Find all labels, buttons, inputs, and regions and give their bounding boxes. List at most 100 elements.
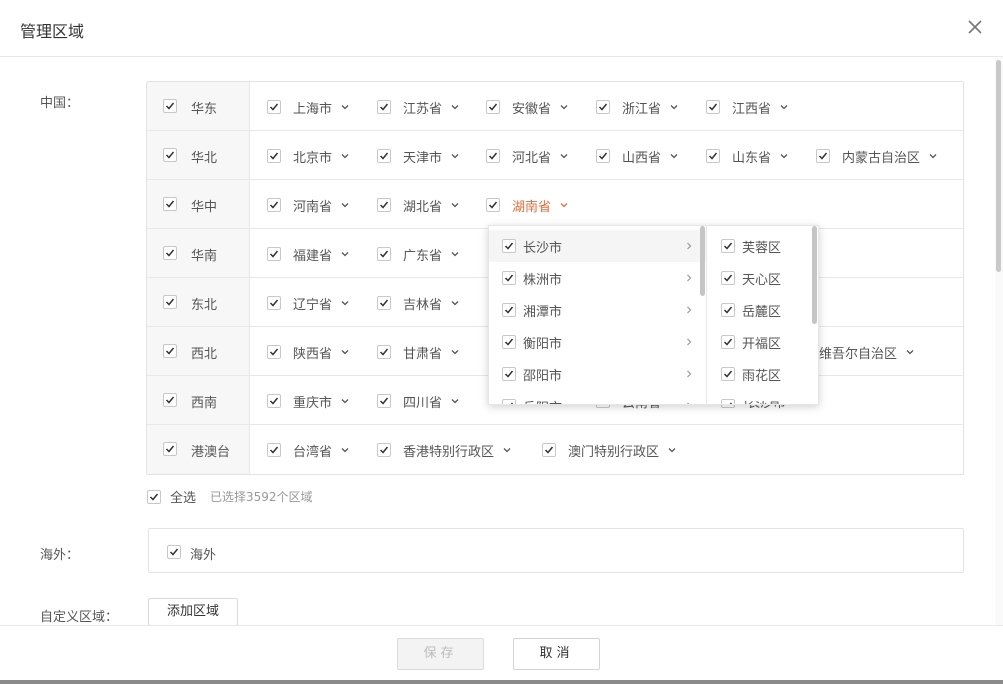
district-column-scrollbar[interactable] xyxy=(812,226,817,324)
district-item[interactable]: 天心区 xyxy=(708,262,818,294)
province-checkbox[interactable] xyxy=(377,394,391,408)
chevron-down-icon[interactable] xyxy=(450,151,460,161)
province-checkbox[interactable] xyxy=(486,149,500,163)
select-all[interactable]: 全选 已选择3592个区域 xyxy=(147,487,313,506)
province-item[interactable]: 江西省 xyxy=(706,98,789,117)
select-all-checkbox[interactable] xyxy=(147,489,161,504)
province-checkbox[interactable] xyxy=(267,443,281,457)
district-checkbox[interactable] xyxy=(721,239,735,253)
province-checkbox[interactable] xyxy=(377,247,391,261)
chevron-down-icon[interactable] xyxy=(450,396,460,406)
chevron-down-icon[interactable] xyxy=(779,102,789,112)
province-item-active[interactable]: 湖南省 xyxy=(486,196,569,215)
district-item[interactable]: 开福区 xyxy=(708,326,818,358)
overseas-checkbox[interactable] xyxy=(167,545,181,559)
province-checkbox[interactable] xyxy=(706,149,720,163)
district-checkbox[interactable] xyxy=(721,335,735,349)
province-item[interactable]: 上海市 xyxy=(267,98,350,117)
close-icon[interactable] xyxy=(965,17,985,37)
chevron-down-icon[interactable] xyxy=(450,102,460,112)
region-checkbox[interactable] xyxy=(163,295,177,309)
province-item[interactable]: 内蒙古自治区 xyxy=(816,147,938,166)
province-item[interactable]: 山西省 xyxy=(596,147,679,166)
province-item[interactable]: 河北省 xyxy=(486,147,569,166)
city-item[interactable]: 衡阳市 xyxy=(489,326,706,358)
chevron-down-icon[interactable] xyxy=(559,151,569,161)
city-checkbox[interactable] xyxy=(502,367,516,381)
province-item[interactable]: 江苏省 xyxy=(377,98,460,117)
region-checkbox[interactable] xyxy=(163,344,177,358)
province-checkbox[interactable] xyxy=(267,198,281,212)
district-checkbox[interactable] xyxy=(721,271,735,285)
province-checkbox[interactable] xyxy=(486,100,500,114)
city-item[interactable]: 湘潭市 xyxy=(489,294,706,326)
region-checkbox[interactable] xyxy=(163,442,177,456)
province-checkbox[interactable] xyxy=(486,198,500,212)
district-checkbox[interactable] xyxy=(721,303,735,317)
region-checkbox[interactable] xyxy=(163,148,177,162)
province-checkbox[interactable] xyxy=(377,443,391,457)
chevron-down-icon[interactable] xyxy=(340,445,350,455)
province-checkbox[interactable] xyxy=(267,394,281,408)
district-item[interactable]: 雨花区 xyxy=(708,358,818,390)
province-item[interactable]: 福建省 xyxy=(267,245,350,264)
chevron-down-icon[interactable] xyxy=(340,249,350,259)
province-item[interactable]: 河南省 xyxy=(267,196,350,215)
city-item[interactable]: 岳阳市 xyxy=(489,390,706,404)
chevron-down-icon[interactable] xyxy=(340,396,350,406)
chevron-down-icon[interactable] xyxy=(905,347,915,357)
province-item[interactable]: 广东省 xyxy=(377,245,460,264)
province-checkbox[interactable] xyxy=(267,149,281,163)
city-item[interactable]: 邵阳市 xyxy=(489,358,706,390)
region-checkbox[interactable] xyxy=(163,99,177,113)
province-item[interactable]: 山东省 xyxy=(706,147,789,166)
province-item[interactable]: 澳门特别行政区 xyxy=(542,441,677,460)
province-checkbox[interactable] xyxy=(267,100,281,114)
province-item[interactable]: 辽宁省 xyxy=(267,294,350,313)
chevron-down-icon[interactable] xyxy=(340,200,350,210)
chevron-down-icon[interactable] xyxy=(928,151,938,161)
province-checkbox[interactable] xyxy=(267,296,281,310)
province-checkbox[interactable] xyxy=(267,345,281,359)
city-column-scrollbar[interactable] xyxy=(700,226,705,296)
province-item[interactable]: 吉林省 xyxy=(377,294,460,313)
province-item[interactable]: 湖北省 xyxy=(377,196,460,215)
chevron-down-icon[interactable] xyxy=(340,347,350,357)
chevron-down-icon[interactable] xyxy=(450,249,460,259)
cancel-button[interactable]: 取消 xyxy=(513,638,600,670)
district-item[interactable]: 长沙县 xyxy=(708,390,818,404)
region-checkbox[interactable] xyxy=(163,393,177,407)
province-item[interactable]: 北京市 xyxy=(267,147,350,166)
chevron-down-icon[interactable] xyxy=(669,102,679,112)
chevron-down-icon[interactable] xyxy=(667,445,677,455)
dialog-scrollbar-thumb[interactable] xyxy=(996,60,1001,272)
chevron-down-icon[interactable] xyxy=(340,298,350,308)
add-region-button[interactable]: 添加区域 xyxy=(148,598,238,626)
chevron-down-icon[interactable] xyxy=(779,151,789,161)
city-checkbox[interactable] xyxy=(502,335,516,349)
district-item[interactable]: 岳麓区 xyxy=(708,294,818,326)
province-checkbox[interactable] xyxy=(542,443,556,457)
province-checkbox[interactable] xyxy=(377,296,391,310)
chevron-down-icon[interactable] xyxy=(450,298,460,308)
chevron-down-icon[interactable] xyxy=(559,200,569,210)
city-checkbox[interactable] xyxy=(502,271,516,285)
city-checkbox[interactable] xyxy=(502,399,516,404)
province-item[interactable]: 浙江省 xyxy=(596,98,679,117)
province-checkbox[interactable] xyxy=(816,149,830,163)
region-checkbox[interactable] xyxy=(163,246,177,260)
province-item[interactable]: 台湾省 xyxy=(267,441,350,460)
province-item[interactable]: 四川省 xyxy=(377,392,460,411)
province-checkbox[interactable] xyxy=(706,100,720,114)
chevron-down-icon[interactable] xyxy=(669,151,679,161)
province-checkbox[interactable] xyxy=(377,345,391,359)
province-checkbox[interactable] xyxy=(596,100,610,114)
city-item[interactable]: 株洲市 xyxy=(489,262,706,294)
province-item[interactable]: 甘肃省 xyxy=(377,343,460,362)
district-checkbox[interactable] xyxy=(721,399,735,404)
district-checkbox[interactable] xyxy=(721,367,735,381)
province-checkbox[interactable] xyxy=(377,198,391,212)
province-checkbox[interactable] xyxy=(596,149,610,163)
province-item[interactable]: 安徽省 xyxy=(486,98,569,117)
province-item[interactable]: 天津市 xyxy=(377,147,460,166)
